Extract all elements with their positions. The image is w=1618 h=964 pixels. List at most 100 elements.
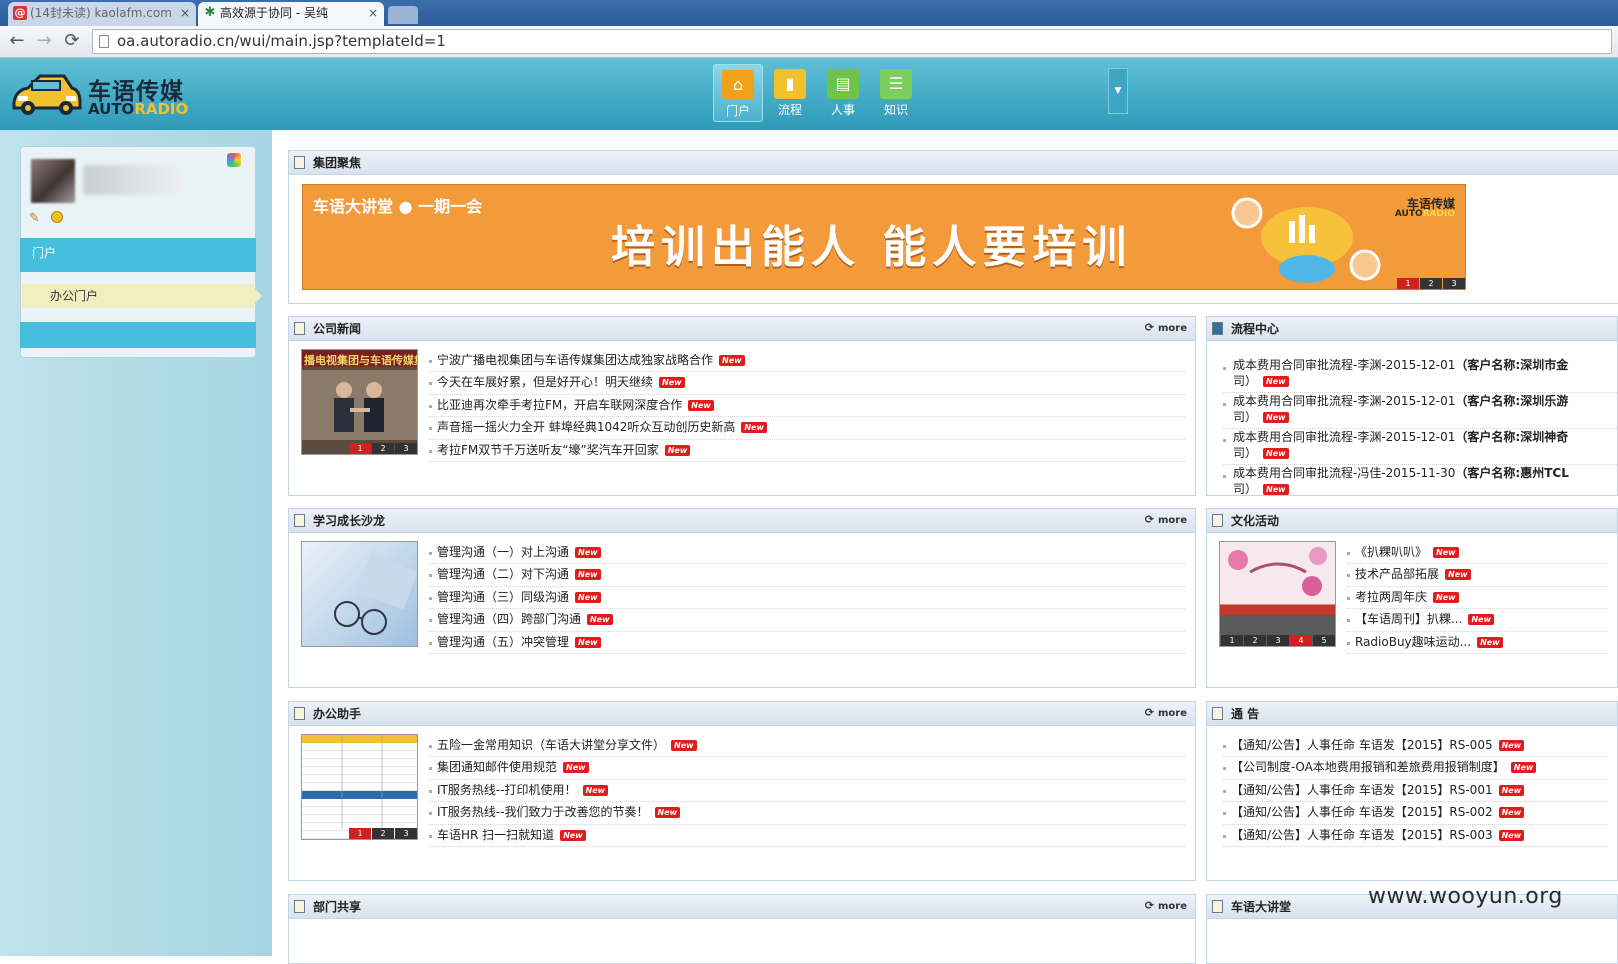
list-item[interactable]: 声音摇一摇火力全开 蚌埠经典1042听众互动创历史新高 New [429, 417, 1185, 440]
pager-item[interactable]: 2 [1420, 278, 1442, 289]
list-item-text[interactable]: 技术产品部拓展 [1355, 567, 1439, 581]
list-item-text[interactable]: 考拉两周年庆 [1355, 590, 1427, 604]
pager-item[interactable]: 1 [349, 443, 371, 454]
module-portal-button[interactable]: ⌂ 门户 [713, 64, 763, 122]
pager-item[interactable]: 2 [1244, 635, 1266, 646]
pager-item[interactable]: 2 [372, 443, 394, 454]
list-item[interactable]: 比亚迪再次牵手考拉FM，开启车联网深度合作 New [429, 395, 1185, 418]
module-workflow-button[interactable]: ▮ 流程 [765, 64, 815, 122]
list-item-text[interactable]: 管理沟通（二）对下沟通 [437, 567, 569, 581]
list-item-text[interactable]: 【通知/公告】人事任命 车语发【2015】RS-002 [1231, 805, 1493, 819]
list-item-text[interactable]: RadioBuy趣味运动... [1355, 635, 1471, 649]
list-item[interactable]: 成本费用合同审批流程-冯佳-2015-11-30（客户名称:惠州TCL 司） New [1223, 465, 1617, 495]
focus-banner[interactable]: 车语大讲堂 ● 一期一会 培训出能人 能人要培训 车语传媒 AUTORADIO … [302, 184, 1466, 290]
list-item-text[interactable]: 声音摇一摇火力全开 蚌埠经典1042听众互动创历史新高 [437, 420, 735, 434]
culture-thumbnail[interactable]: 1 2 3 4 5 [1219, 541, 1336, 647]
list-item[interactable]: 管理沟通（四）跨部门沟通 New [429, 609, 1185, 632]
list-item-text[interactable]: 管理沟通（一）对上沟通 [437, 545, 569, 559]
list-item-text[interactable]: 管理沟通（三）同级沟通 [437, 590, 569, 604]
list-item[interactable]: 【通知/公告】人事任命 车语发【2015】RS-002 New [1223, 802, 1607, 825]
list-item-text[interactable]: 管理沟通（四）跨部门沟通 [437, 612, 581, 626]
close-tab-icon[interactable]: × [180, 2, 190, 24]
pager-item[interactable]: 2 [372, 828, 394, 839]
new-tab-button[interactable] [388, 6, 418, 24]
pager-item[interactable]: 3 [1443, 278, 1465, 289]
pager-item[interactable]: 1 [1397, 278, 1419, 289]
list-item[interactable]: RadioBuy趣味运动... New [1347, 632, 1607, 654]
pager-item[interactable]: 3 [1267, 635, 1289, 646]
news-thumbnail[interactable]: 播电视集团与车语传媒集团合作 1 2 3 [301, 349, 418, 455]
list-item[interactable]: 考拉两周年庆 New [1347, 587, 1607, 610]
flow-text[interactable]: 成本费用合同审批流程-李渊-2015-12-01 [1233, 394, 1455, 408]
list-item[interactable]: 【车语周刊】扒粿... New [1347, 609, 1607, 632]
list-item-text[interactable]: 【通知/公告】人事任命 车语发【2015】RS-003 [1231, 828, 1493, 842]
list-item-text[interactable]: 考拉FM双节千万送听友“壕”奖汽车开回家 [437, 443, 659, 457]
learning-thumbnail[interactable] [301, 541, 418, 647]
list-item[interactable]: 集团通知邮件使用规范 New [429, 757, 1185, 780]
sidebar-item-office-portal[interactable]: 办公门户 [22, 284, 262, 308]
list-item[interactable]: 《扒粿叭叭》 New [1347, 542, 1607, 565]
autoradio-logo[interactable]: 车语传媒 AUTORADIO [10, 66, 210, 122]
more-link[interactable]: ⟳ more [1145, 317, 1187, 340]
list-item[interactable]: 车语HR 扫一扫就知道 New [429, 825, 1185, 847]
pager-item[interactable]: 1 [1221, 635, 1243, 646]
list-item[interactable]: 【通知/公告】人事任命 车语发【2015】RS-005 New [1223, 735, 1607, 758]
pager-item[interactable]: 3 [395, 828, 417, 839]
module-hr-button[interactable]: ▤ 人事 [818, 64, 868, 122]
list-item[interactable]: 管理沟通（三）同级沟通 New [429, 587, 1185, 610]
more-link[interactable]: ⟳ more [1145, 509, 1187, 532]
list-item[interactable]: 五险一金常用知识（车语大讲堂分享文件） New [429, 735, 1185, 758]
sidebar-item-portal[interactable]: 门户 [20, 238, 256, 272]
list-item-text[interactable]: IT服务热线--打印机使用！ [437, 783, 577, 797]
sidebar-item-blank[interactable] [20, 322, 256, 348]
list-item-text[interactable]: 【公司制度-OA本地费用报销和差旅费用报销制度】 [1231, 760, 1505, 774]
list-item-text[interactable]: 管理沟通（五）冲突管理 [437, 635, 569, 649]
list-item[interactable]: 【通知/公告】人事任命 车语发【2015】RS-001 New [1223, 780, 1607, 803]
edit-icon[interactable]: ✎ [29, 211, 40, 226]
office-thumbnail[interactable]: 1 2 3 [301, 734, 418, 840]
flow-text[interactable]: 成本费用合同审批流程-李渊-2015-12-01 [1233, 358, 1455, 372]
list-item-text[interactable]: 宁波广播电视集团与车语传媒集团达成独家战略合作 [437, 353, 713, 367]
list-item-text[interactable]: 《扒粿叭叭》 [1355, 545, 1427, 559]
list-item[interactable]: 宁波广播电视集团与车语传媒集团达成独家战略合作 New [429, 350, 1185, 373]
list-item-text[interactable]: 【通知/公告】人事任命 车语发【2015】RS-001 [1231, 783, 1493, 797]
list-item-text[interactable]: 比亚迪再次牵手考拉FM，开启车联网深度合作 [437, 398, 682, 412]
list-item-text[interactable]: 【通知/公告】人事任命 车语发【2015】RS-005 [1231, 738, 1493, 752]
chevron-down-icon[interactable]: ▼ [1108, 68, 1128, 114]
list-item[interactable]: 技术产品部拓展 New [1347, 564, 1607, 587]
list-item[interactable]: 管理沟通（五）冲突管理 New [429, 632, 1185, 654]
reload-icon[interactable]: ⟳ [61, 30, 83, 52]
pager-item[interactable]: 5 [1313, 635, 1335, 646]
forward-arrow-icon[interactable]: → [33, 30, 55, 52]
list-item[interactable]: 考拉FM双节千万送听友“壕”奖汽车开回家 New [429, 440, 1185, 462]
list-item[interactable]: 成本费用合同审批流程-李渊-2015-12-01（客户名称:深圳神奇 司） New [1223, 429, 1617, 465]
theme-settings-icon[interactable] [227, 153, 241, 167]
back-arrow-icon[interactable]: ← [6, 30, 28, 52]
list-item[interactable]: 管理沟通（二）对下沟通 New [429, 564, 1185, 587]
list-item[interactable]: IT服务热线--我们致力于改善您的节奏！ New [429, 802, 1185, 825]
flow-text[interactable]: 成本费用合同审批流程-李渊-2015-12-01 [1233, 430, 1455, 444]
more-link[interactable]: ⟳ more [1145, 895, 1187, 918]
pager-item[interactable]: 4 [1290, 635, 1312, 646]
close-tab-icon[interactable]: × [368, 2, 378, 24]
lock-icon[interactable] [51, 211, 63, 223]
list-item[interactable]: 成本费用合同审批流程-李渊-2015-12-01（客户名称:深圳乐游 司） New [1223, 393, 1617, 429]
url-input[interactable]: oa.autoradio.cn/wui/main.jsp?templateId=… [92, 29, 1612, 54]
list-item-text[interactable]: 今天在车展好累，但是好开心！明天继续 [437, 375, 653, 389]
flow-text[interactable]: 成本费用合同审批流程-冯佳-2015-11-30 [1233, 466, 1455, 480]
list-item-text[interactable]: 车语HR 扫一扫就知道 [437, 828, 554, 842]
list-item[interactable]: 【公司制度-OA本地费用报销和差旅费用报销制度】 New [1223, 757, 1607, 780]
list-item-text[interactable]: 集团通知邮件使用规范 [437, 760, 557, 774]
module-knowledge-button[interactable]: ☰ 知识 [871, 64, 921, 122]
list-item-text[interactable]: 【车语周刊】扒粿... [1355, 612, 1462, 626]
browser-tab-kaolafm[interactable]: @ (14封未读) kaolafm.com × [8, 2, 196, 26]
list-item[interactable]: 今天在车展好累，但是好开心！明天继续 New [429, 372, 1185, 395]
list-item-text[interactable]: IT服务热线--我们致力于改善您的节奏！ [437, 805, 649, 819]
more-link[interactable]: ⟳ more [1145, 702, 1187, 725]
list-item-text[interactable]: 五险一金常用知识（车语大讲堂分享文件） [437, 738, 665, 752]
avatar[interactable] [31, 159, 75, 203]
list-item[interactable]: 【通知/公告】人事任命 车语发【2015】RS-003 New [1223, 825, 1607, 847]
list-item[interactable]: IT服务热线--打印机使用！ New [429, 780, 1185, 803]
pager-item[interactable]: 3 [395, 443, 417, 454]
browser-tab-oa[interactable]: ✱ 高效源于协同 - 吴纯 × [198, 2, 384, 26]
